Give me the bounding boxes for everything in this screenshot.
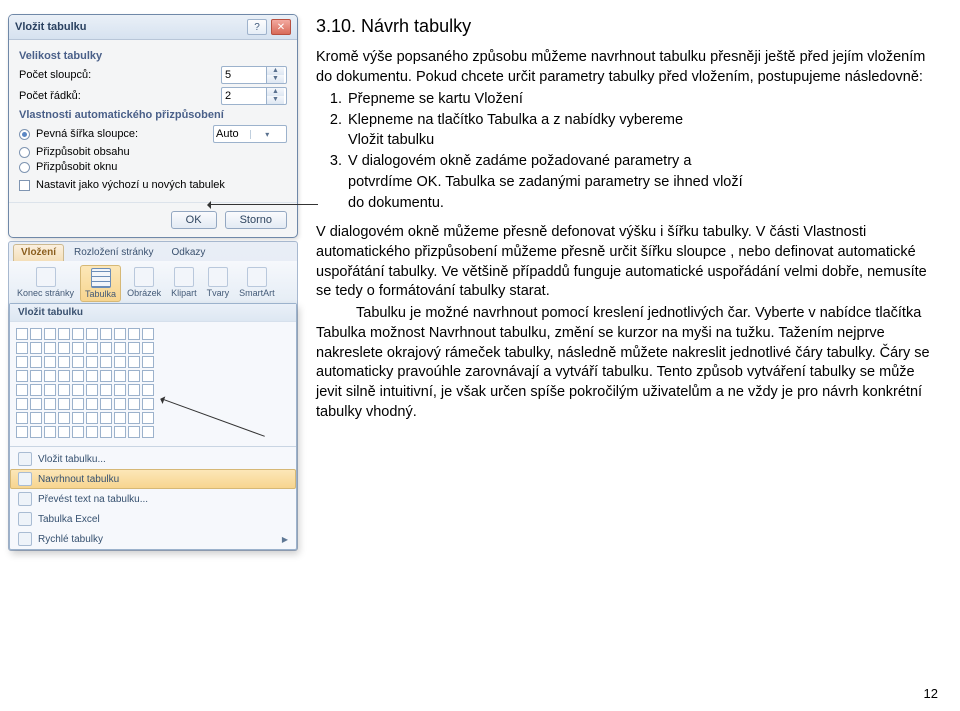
table-size-grid[interactable] (10, 322, 296, 444)
page-break-icon (36, 267, 56, 287)
intro-paragraph: Kromě výše popsaného způsobu můžeme navr… (316, 48, 940, 87)
ribbon-table-label: Tabulka (85, 290, 116, 299)
spin-up-icon[interactable]: ▲ (266, 67, 284, 75)
step-text: potvrdíme OK. Tabulka se zadanými parame… (348, 173, 743, 193)
page-number: 12 (924, 686, 938, 701)
spin-up-icon[interactable]: ▲ (266, 88, 284, 96)
smartart-icon (247, 267, 267, 287)
chevron-right-icon: ▶ (282, 535, 288, 544)
menu-excel-table-label: Tabulka Excel (38, 514, 100, 525)
menu-insert-table[interactable]: Vložit tabulku... (10, 449, 296, 469)
tab-insert[interactable]: Vložení (13, 244, 64, 261)
clipart-icon (174, 267, 194, 287)
excel-icon (18, 512, 32, 526)
tab-page-layout[interactable]: Rozložení stránky (66, 244, 161, 261)
checkbox-default-label: Nastavit jako výchozí u nových tabulek (36, 179, 225, 191)
ribbon-shapes[interactable]: Tvary (203, 265, 234, 302)
ribbon-clipart[interactable]: Klipart (167, 265, 201, 302)
ribbon-smartart[interactable]: SmartArt (235, 265, 279, 302)
rows-spinner[interactable]: ▲▼ (221, 87, 287, 105)
rows-label: Počet řádků: (19, 90, 215, 102)
section-heading: 3.10. Návrh tabulky (316, 14, 940, 38)
menu-draw-table[interactable]: Navrhnout tabulku (10, 469, 296, 489)
ribbon-page-break-label: Konec stránky (17, 289, 74, 298)
chevron-down-icon[interactable]: ▾ (250, 130, 285, 139)
ribbon-picture[interactable]: Obrázek (123, 265, 165, 302)
ribbon-picture-label: Obrázek (127, 289, 161, 298)
step-number: 1. (324, 90, 342, 110)
radio-fit-content-label: Přizpůsobit obsahu (36, 146, 130, 158)
help-button[interactable]: ? (247, 19, 267, 35)
radio-fit-content[interactable] (19, 147, 30, 158)
step-number: 2. (324, 111, 342, 131)
menu-insert-table-label: Vložit tabulku... (38, 454, 106, 465)
step-text: do dokumentu. (348, 194, 444, 214)
ribbon-table[interactable]: Tabulka (80, 265, 121, 302)
ribbon: Vložení Rozložení stránky Odkazy Konec s… (8, 241, 298, 551)
body-paragraph: Tabulku je možné navrhnout pomocí kresle… (316, 304, 940, 422)
tab-references[interactable]: Odkazy (164, 244, 214, 261)
cancel-button[interactable]: Storno (225, 211, 287, 229)
rows-input[interactable] (222, 89, 266, 103)
dialog-title: Vložit tabulku (15, 21, 243, 33)
menu-convert-text[interactable]: Převést text na tabulku... (10, 489, 296, 509)
radio-fixed-width[interactable] (19, 129, 30, 140)
step-text: Vložit tabulku (348, 131, 434, 151)
ribbon-shapes-label: Tvary (207, 289, 230, 298)
menu-convert-text-label: Převést text na tabulku... (38, 494, 148, 505)
columns-input[interactable] (222, 68, 266, 82)
fixed-width-value: Auto (216, 128, 250, 140)
step-text: Přepneme se kartu Vložení (348, 90, 523, 110)
radio-fit-window-label: Přizpůsobit oknu (36, 161, 117, 173)
group-autofit-label: Vlastnosti automatického přizpůsobení (19, 109, 287, 121)
close-button[interactable]: ✕ (271, 19, 291, 35)
spin-down-icon[interactable]: ▼ (266, 96, 284, 104)
fixed-width-combo[interactable]: Auto ▾ (213, 125, 287, 143)
radio-fixed-label: Pevná šířka sloupce: (36, 128, 207, 140)
annotation-arrow (208, 204, 318, 205)
menu-quick-tables-label: Rychlé tabulky (38, 534, 103, 545)
convert-icon (18, 492, 32, 506)
shapes-icon (208, 267, 228, 287)
group-size-label: Velikost tabulky (19, 50, 287, 62)
spin-down-icon[interactable]: ▼ (266, 75, 284, 83)
table-icon (91, 268, 111, 288)
columns-spinner[interactable]: ▲▼ (221, 66, 287, 84)
ok-button[interactable]: OK (171, 211, 217, 229)
columns-label: Počet sloupců: (19, 69, 215, 81)
dialog-titlebar: Vložit tabulku ? ✕ (9, 15, 297, 40)
checkbox-default[interactable] (19, 180, 30, 191)
body-paragraph: V dialogovém okně můžeme přesně defonova… (316, 223, 940, 302)
step-text: Klepneme na tlačítko Tabulka a z nabídky… (348, 111, 683, 131)
menu-excel-table[interactable]: Tabulka Excel (10, 509, 296, 529)
menu-quick-tables[interactable]: Rychlé tabulky ▶ (10, 529, 296, 549)
picture-icon (134, 267, 154, 287)
ribbon-page-break[interactable]: Konec stránky (13, 265, 78, 302)
grid-icon (18, 452, 32, 466)
step-number: 3. (324, 152, 342, 172)
ribbon-smartart-label: SmartArt (239, 289, 275, 298)
ribbon-clipart-label: Klipart (171, 289, 197, 298)
table-dropdown: Vložit tabulku Vložit tabulku... (9, 303, 297, 550)
quick-tables-icon (18, 532, 32, 546)
menu-draw-table-label: Navrhnout tabulku (38, 474, 119, 485)
pencil-icon (18, 472, 32, 486)
radio-fit-window[interactable] (19, 162, 30, 173)
dropdown-title: Vložit tabulku (10, 304, 296, 322)
step-text: V dialogovém okně zadáme požadované para… (348, 152, 691, 172)
